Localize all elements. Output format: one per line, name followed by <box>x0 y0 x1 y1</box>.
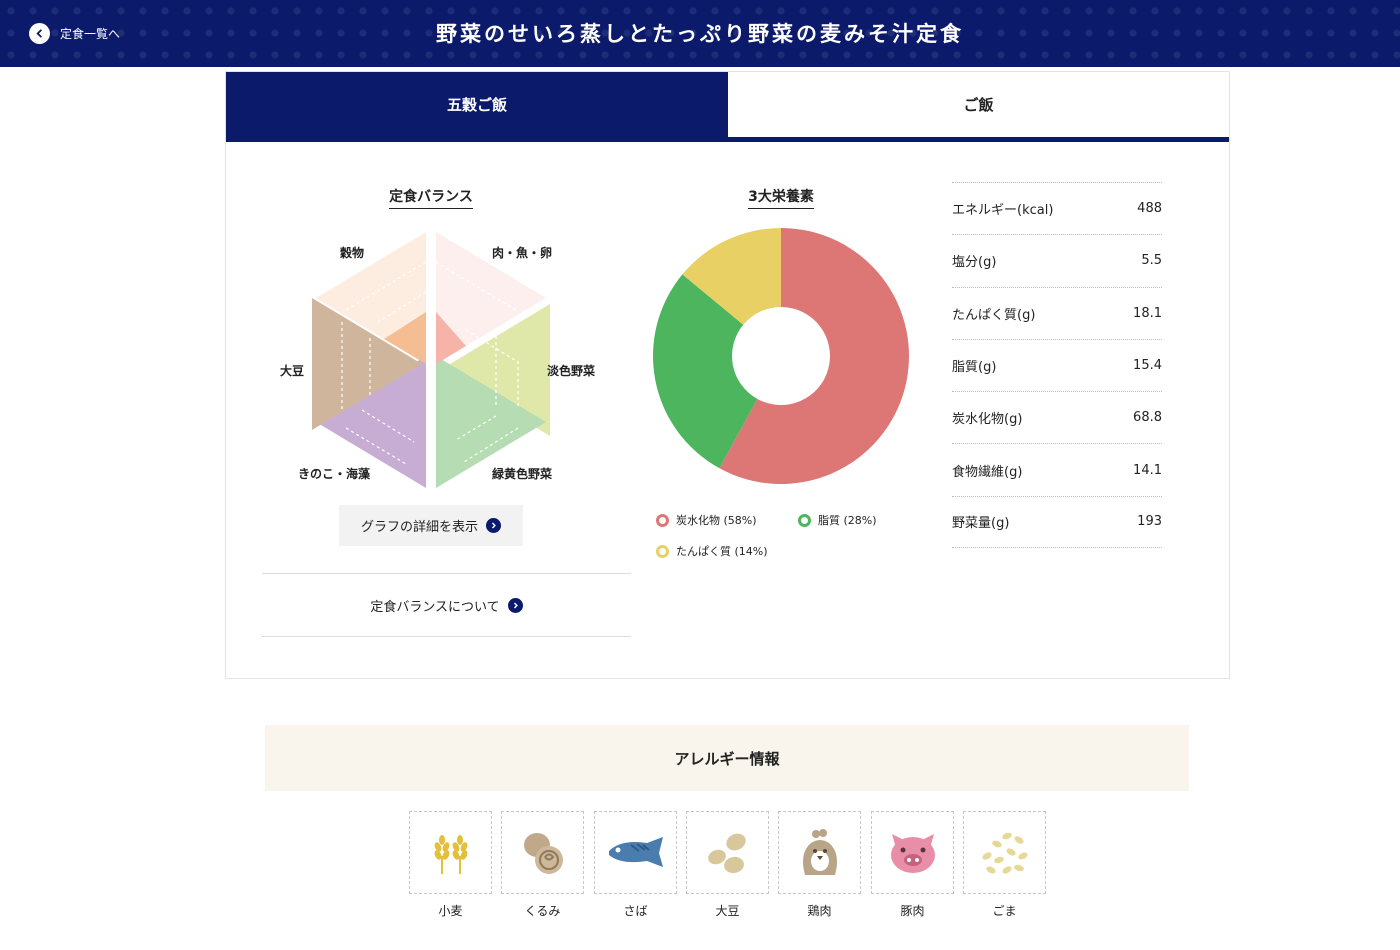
legend-marker <box>656 513 669 527</box>
allergy-label: さば <box>623 904 648 918</box>
macros-legend: 炭水化物 (58%) 脂質 (28%) たんぱく質 (14%) <box>656 512 906 572</box>
nutrition-value: 15.4 <box>1133 358 1162 374</box>
show-graph-details-button[interactable]: グラフの詳細を表示 <box>339 505 523 546</box>
nutrition-value: 68.8 <box>1133 410 1162 426</box>
nutrition-row: 塩分(g) 5.5 <box>952 234 1162 286</box>
allergy-item-wheat: 小麦 <box>409 811 492 919</box>
allergy-label: 豚肉 <box>900 904 925 918</box>
label-grains: 穀物 <box>340 246 365 260</box>
allergy-item-soybean: 大豆 <box>686 811 769 919</box>
balance-about-link[interactable]: 定食バランスについて <box>262 573 631 637</box>
balance-title: 定食バランス <box>331 186 531 209</box>
nutrition-row: 炭水化物(g) 68.8 <box>952 391 1162 443</box>
nutrition-label: たんぱく質(g) <box>952 307 1036 323</box>
nutrition-label: 野菜量(g) <box>952 516 1010 532</box>
nutrition-label: 食物繊維(g) <box>952 464 1023 480</box>
page-header: 定食一覧へ 野菜のせいろ蒸しとたっぷり野菜の麦みそ汁定食 <box>0 0 1400 67</box>
mackerel-icon <box>594 811 677 894</box>
legend-fat: 脂質 (28%) <box>798 512 877 528</box>
nutrition-label: 炭水化物(g) <box>952 412 1023 428</box>
about-link-label: 定食バランスについて <box>370 599 500 615</box>
nutrition-value: 488 <box>1137 201 1162 217</box>
label-green-yellow-vegetables: 緑黄色野菜 <box>492 467 553 481</box>
allergy-item-sesame: ごま <box>963 811 1046 919</box>
macros-title: 3大栄養素 <box>681 186 881 209</box>
macros-donut-chart <box>651 226 911 486</box>
allergy-section-title: アレルギー情報 <box>265 725 1189 791</box>
allergy-list: 小麦 くるみ さば 大豆 鶏肉 豚肉 ごま <box>409 811 1049 926</box>
legend-marker <box>656 544 669 558</box>
nutrition-card: 五穀ご飯 ご飯 定食バランス 穀物 肉・魚・卵 淡色野菜 緑黄色野菜 きのこ・海… <box>225 71 1230 679</box>
tab-white-rice[interactable]: ご飯 <box>728 72 1229 137</box>
walnut-icon <box>501 811 584 894</box>
sesame-icon <box>963 811 1046 894</box>
legend-label: 炭水化物 (58%) <box>676 514 757 527</box>
allergy-label: くるみ <box>524 904 561 918</box>
nutrition-label: 塩分(g) <box>952 255 997 271</box>
chevron-right-icon <box>507 597 523 613</box>
nutrition-value: 14.1 <box>1133 462 1162 478</box>
allergy-label: 鶏肉 <box>807 904 832 918</box>
nutrition-label: 脂質(g) <box>952 360 997 376</box>
page-title: 野菜のせいろ蒸しとたっぷり野菜の麦みそ汁定食 <box>436 21 964 46</box>
balance-hexagon-chart <box>266 222 596 492</box>
pork-icon <box>871 811 954 894</box>
allergy-label: 小麦 <box>438 904 463 918</box>
soybean-icon <box>686 811 769 894</box>
label-meat-fish-egg: 肉・魚・卵 <box>492 246 553 260</box>
legend-label: たんぱく質 (14%) <box>676 545 768 558</box>
nutrition-value: 193 <box>1137 514 1162 530</box>
wheat-icon <box>409 811 492 894</box>
allergy-label: 大豆 <box>715 904 740 918</box>
label-mushroom-seaweed: きのこ・海藻 <box>298 467 371 481</box>
legend-label: 脂質 (28%) <box>818 514 877 527</box>
nutrition-row: 脂質(g) 15.4 <box>952 338 1162 391</box>
legend-marker <box>798 513 811 527</box>
allergy-item-pork: 豚肉 <box>871 811 954 919</box>
tab-gokoku-rice[interactable]: 五穀ご飯 <box>226 72 728 137</box>
allergy-item-walnut: くるみ <box>501 811 584 919</box>
nutrition-row: 野菜量(g) 193 <box>952 495 1162 549</box>
label-light-vegetables: 淡色野菜 <box>547 364 596 378</box>
detail-button-label: グラフの詳細を表示 <box>360 520 478 535</box>
nutrition-table: エネルギー(kcal) 488 塩分(g) 5.5 たんぱく質(g) 18.1 脂質(… <box>952 182 1162 549</box>
allergy-item-mackerel: さば <box>594 811 677 919</box>
allergy-label: ごま <box>992 904 1017 918</box>
chevron-right-icon <box>486 518 501 533</box>
nutrition-value: 18.1 <box>1133 305 1162 321</box>
legend-protein: たんぱく質 (14%) <box>656 543 768 559</box>
nutrition-label: エネルギー(kcal) <box>952 203 1054 219</box>
rice-tabs: 五穀ご飯 ご飯 <box>226 72 1229 142</box>
legend-carbohydrate: 炭水化物 (58%) <box>656 512 757 528</box>
nutrition-value: 5.5 <box>1141 253 1162 269</box>
allergy-item-chicken: 鶏肉 <box>778 811 861 919</box>
nutrition-row: 食物繊維(g) 14.1 <box>952 443 1162 495</box>
nutrition-row: たんぱく質(g) 18.1 <box>952 286 1162 339</box>
label-soybean: 大豆 <box>280 364 305 378</box>
nutrition-row: エネルギー(kcal) 488 <box>952 182 1162 234</box>
chicken-icon <box>778 811 861 894</box>
